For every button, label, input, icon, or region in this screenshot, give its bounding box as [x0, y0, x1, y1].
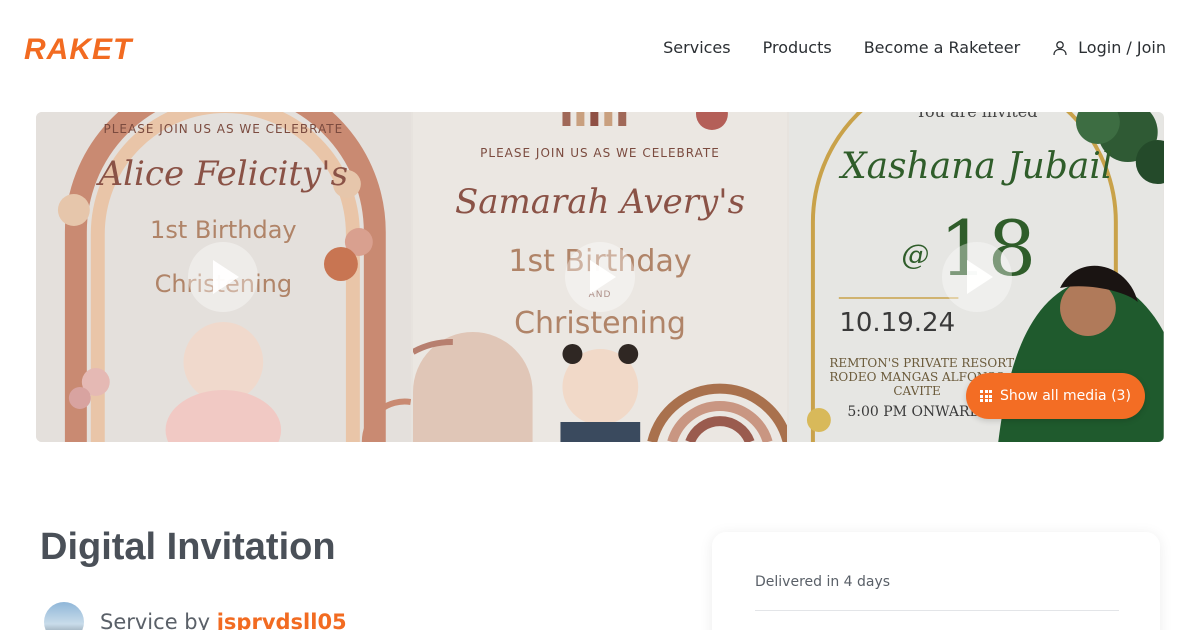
show-all-media-label: Show all media (3): [1000, 388, 1131, 404]
user-icon: [1053, 40, 1067, 55]
show-all-media-button[interactable]: Show all media (3): [966, 373, 1145, 419]
media-item-2[interactable]: PLEASE JOIN US AS WE CELEBRATE Samarah A…: [412, 112, 788, 442]
invite-kicker-2: PLEASE JOIN US AS WE CELEBRATE: [480, 146, 720, 160]
invite-name-1: Alice Felicity's: [98, 154, 349, 194]
order-card: Delivered in 4 days: [712, 532, 1160, 630]
play-icon[interactable]: [188, 242, 259, 312]
raket-logo[interactable]: RAKET: [24, 34, 132, 66]
nav-become-raketeer[interactable]: Become a Raketeer: [864, 38, 1020, 57]
grid-icon: [980, 390, 992, 402]
nav-products[interactable]: Products: [763, 38, 832, 57]
play-icon[interactable]: [941, 242, 1012, 312]
invite-date-3: 10.19.24: [839, 308, 956, 338]
provider-name-link[interactable]: jsprvdsll05: [217, 610, 347, 630]
login-join-label: Login / Join: [1078, 38, 1166, 57]
login-join-link[interactable]: Login / Join: [1052, 38, 1166, 57]
invite-at-3: @: [901, 238, 930, 271]
invite-venue1-3: REMTON'S PRIVATE RESORT: [829, 356, 1015, 370]
invite-kicker-1: PLEASE JOIN US AS WE CELEBRATE: [103, 122, 344, 136]
play-icon[interactable]: [565, 242, 635, 312]
site-header: RAKET Services Products Become a Raketee…: [0, 0, 1200, 98]
media-item-1[interactable]: PLEASE JOIN US AS WE CELEBRATE Alice Fel…: [36, 112, 411, 442]
invite-name-3: Xashana Jubail: [840, 146, 1113, 187]
invite-name-2: Samarah Avery's: [454, 182, 746, 222]
provider-avatar[interactable]: [44, 602, 84, 630]
service-title: Digital Invitation: [40, 526, 336, 568]
main-nav: Services Products Become a Raketeer Logi…: [663, 38, 1166, 57]
service-provider: Service by jsprvdsll05: [44, 602, 347, 630]
card-divider: [755, 610, 1119, 611]
invite-kicker-3: You are invited: [789, 112, 1164, 121]
provider-prefix: Service by: [100, 610, 211, 630]
nav-services[interactable]: Services: [663, 38, 730, 57]
invite-line1-1: 1st Birthday: [150, 216, 297, 244]
delivery-time: Delivered in 4 days: [755, 574, 891, 590]
provider-line: Service by jsprvdsll05: [100, 610, 347, 630]
invite-venue3-3: CAVITE: [893, 384, 941, 398]
